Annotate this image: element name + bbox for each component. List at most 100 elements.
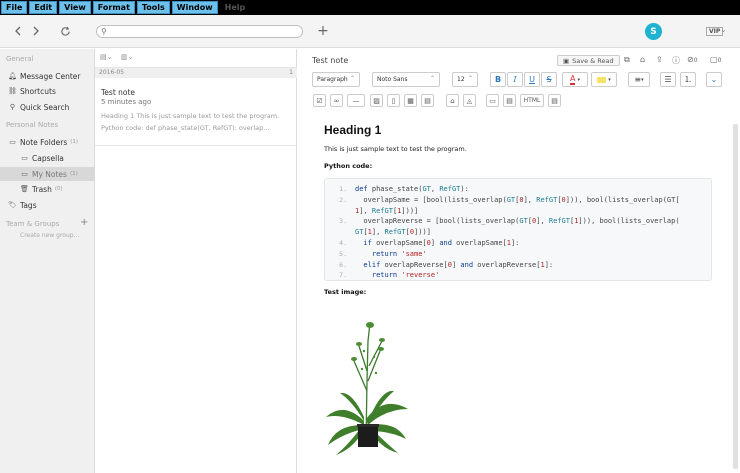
horizontal-rule-button[interactable]: — [347,94,365,107]
sidebar-section-general: General [6,55,34,63]
font-select[interactable]: Noto Sans ⌃ [372,72,440,87]
menu-edit[interactable]: Edit [29,1,58,14]
attachment-icon[interactable]: ⊘0 [687,55,698,64]
line-number: 3. [339,217,347,226]
search-input[interactable]: ⚲ [96,25,303,38]
share-icon[interactable]: ⧉ [624,55,630,65]
avatar[interactable]: S [645,23,662,40]
code-token: GT [422,185,431,193]
highlight-color-button[interactable]: ▾ [591,72,617,87]
folder-count: (1) [69,171,78,177]
forward-button[interactable] [28,23,44,39]
new-note-button[interactable]: + [315,23,331,39]
html-label: HTML [523,97,541,104]
bold-button[interactable]: B [490,72,506,87]
note-title-field[interactable]: Test note [312,56,348,65]
markdown-button[interactable]: ▤ [548,94,561,107]
code-token: GT [506,195,516,204]
clear-format-button[interactable]: ◬ [463,94,476,107]
list-item[interactable]: Test note 5 minutes ago Heading 1 This i… [95,80,297,146]
add-group-button[interactable]: + [80,217,88,228]
menu-bar: File Edit View Format Tools Window Help [0,0,740,15]
double-chevron-down-icon: ⌄ [710,75,718,84]
info-icon[interactable]: ⓘ [672,55,680,66]
line-number: 5. [339,249,347,258]
checkbox-button[interactable]: ☑ [313,94,326,107]
sidebar-item-label: Shortcuts [20,86,56,96]
chevron-down-icon[interactable]: ⌄ [720,25,727,34]
trash-icon: 🗑︎ [20,185,29,193]
save-read-button[interactable]: ▣ Save & Read [557,55,620,66]
chevron-left-icon [15,26,21,36]
sidebar-item-shortcuts[interactable]: ⛓︎ Shortcuts [0,84,95,98]
underline-icon: U [529,75,535,84]
export-icon[interactable]: ⇪ [656,55,663,64]
chevron-down-icon: ▾ [608,76,611,83]
code-token: ])), bool(lists_overlap( [578,217,680,226]
folder-count: (1) [70,139,79,145]
attachment-button[interactable]: ▯ [387,94,400,107]
markdown-icon: ▤ [551,96,558,105]
menu-window[interactable]: Window [171,1,218,14]
code-block-button[interactable]: ▤ [503,94,516,107]
text-color-button[interactable]: A ▾ [562,72,588,87]
link-button[interactable]: ∞ [330,94,343,107]
note-timestamp: 5 minutes ago [101,98,152,106]
sidebar-section-personal: Personal Notes [6,121,59,129]
code-token: and [439,239,457,247]
html-button[interactable]: HTML [520,94,544,107]
numbered-list-button[interactable]: ⒈ [680,72,696,87]
sidebar-item-quick-search[interactable]: ⚲ Quick Search [0,100,95,114]
bullet-list-button[interactable]: ☰ [660,72,676,87]
back-button[interactable] [10,23,26,39]
format-painter-icon: ⌂ [450,96,455,105]
paragraph-select[interactable]: Paragraph ⌃ [312,72,360,87]
calendar-button[interactable]: ▤ [421,94,434,107]
sync-icon [60,26,70,36]
bold-icon: B [494,75,502,84]
sync-button[interactable] [57,23,73,39]
format-painter-button[interactable]: ⌂ [446,94,459,107]
sidebar-item-trash[interactable]: 🗑︎ Trash (0) [0,182,95,196]
editor-scrollbar[interactable] [733,124,738,469]
code-token: 'same' [401,249,427,258]
code-token: ], [523,195,537,204]
image-button[interactable]: ▨ [370,94,383,107]
underline-button[interactable]: U [524,72,540,87]
code-block[interactable]: 1. def phase_state(GT, RefGT): 2. overlapS… [324,178,712,281]
sort-icon[interactable]: ▥⌄ [121,53,133,61]
chevron-down-icon: ▾ [641,76,644,83]
menu-tools[interactable]: Tools [136,1,170,14]
sidebar-item-label: Note Folders [20,137,68,147]
menu-file[interactable]: File [1,1,28,14]
line-number: 6. [339,260,347,269]
font-size-select[interactable]: 12 ⌃ [452,72,478,87]
create-group-link[interactable]: Create new group... [20,232,79,239]
note-title: Test note [101,88,136,97]
link-icon: ⛓︎ [8,87,17,95]
save-read-label: Save & Read [572,56,614,65]
sidebar-item-message-center[interactable]: 🔔︎ Message Center [0,69,95,83]
view-mode-icon[interactable]: ▤⌄ [100,53,112,61]
menu-format[interactable]: Format [92,1,135,14]
tag-icon[interactable]: ⌂ [640,55,645,64]
table-button[interactable]: ▦ [404,94,417,107]
horizontal-rule-icon: — [352,96,360,105]
menu-view[interactable]: View [59,1,91,14]
sidebar-item-my-notes[interactable]: ▭ My Notes (1) [0,167,95,181]
sidebar-item-capsella[interactable]: ▭ Capsella [0,151,95,165]
sidebar-item-note-folders[interactable]: ▭ Note Folders (1) [0,135,95,149]
italic-button[interactable]: I [507,72,523,87]
comment-icon[interactable]: ▢0 [710,55,721,64]
sidebar-item-tags[interactable]: 🏷︎ Tags [0,198,95,212]
strikethrough-button[interactable]: S [541,72,557,87]
code-text: def phase_state(GT, RefGT): [355,185,469,193]
attachment-icon: ▯ [391,96,396,105]
menu-help[interactable]: Help [219,1,251,14]
sidebar-item-label: Tags [20,200,37,210]
align-button[interactable]: ≡ ▾ [628,72,650,87]
expand-toolbar-button[interactable]: ⌄ [706,72,722,87]
code-line: 3. overlapReverse = [bool(lists_overlap(… [325,217,713,228]
quote-button[interactable]: ▭ [486,94,499,107]
clear-format-icon: ◬ [466,96,473,105]
